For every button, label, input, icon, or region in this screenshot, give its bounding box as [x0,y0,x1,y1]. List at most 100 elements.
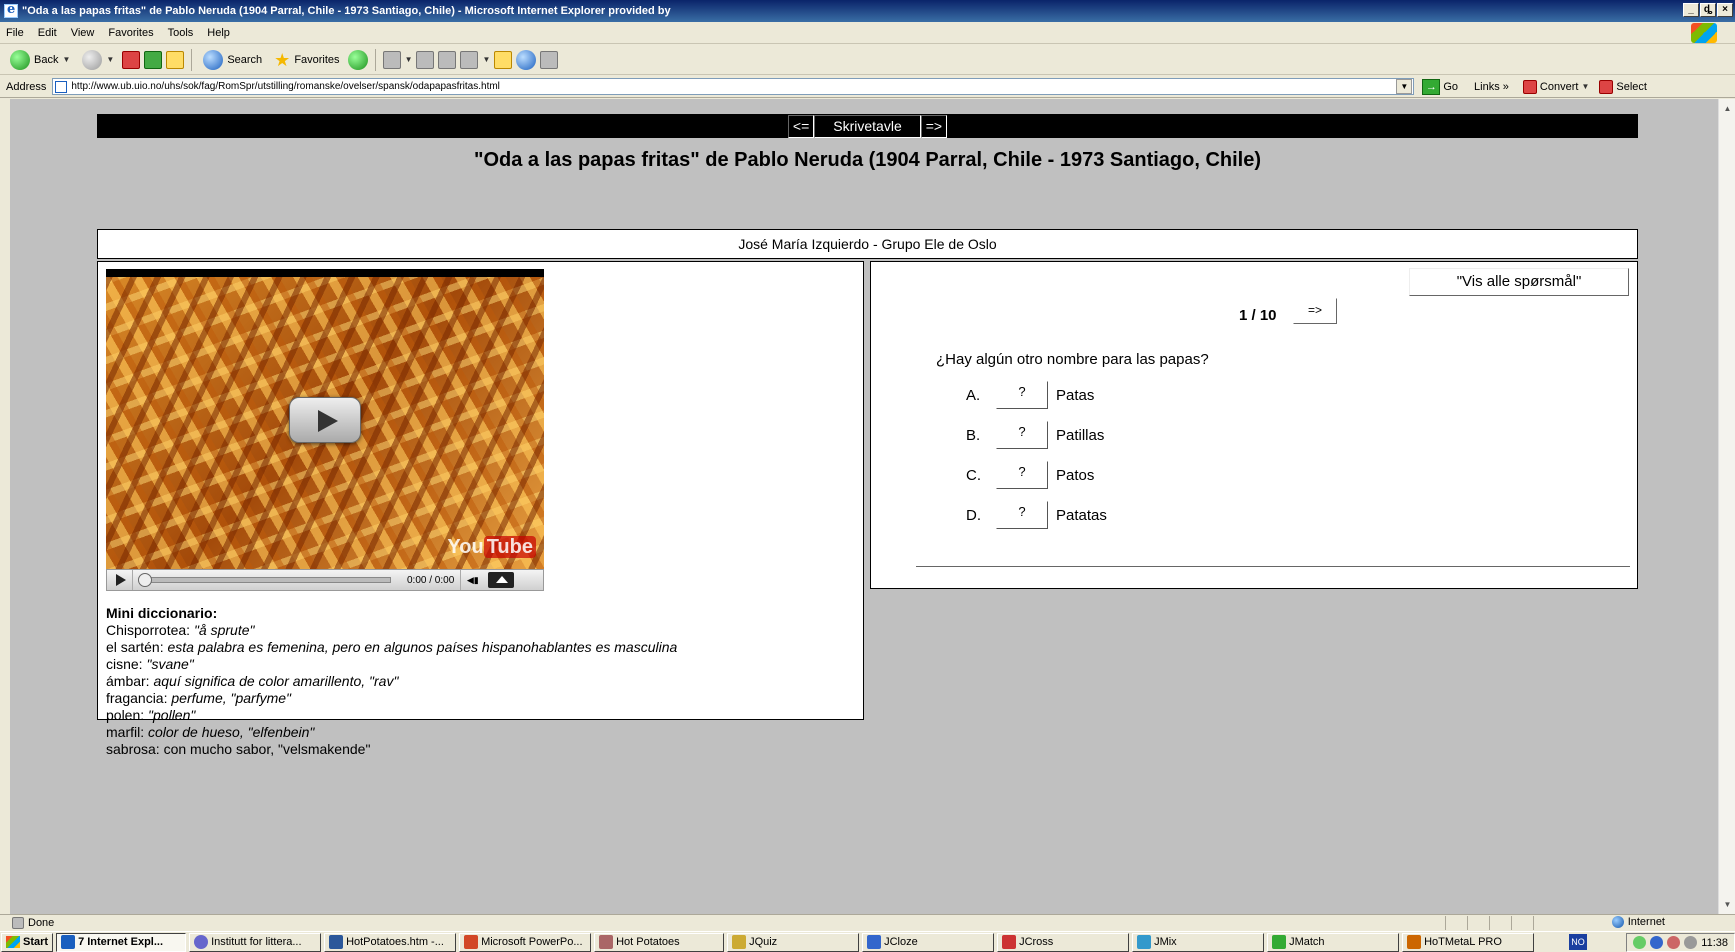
status-bar: Done Internet [0,914,1735,931]
address-url: http://www.ub.uio.no/uhs/sok/fag/RomSpr/… [71,81,500,92]
dictionary-entry: ámbar: aquí significa de color amarillen… [106,673,399,689]
edit-icon[interactable] [438,50,457,69]
answer-button-d[interactable]: ? [996,501,1048,529]
option-letter: B. [966,426,981,444]
back-button[interactable]: Back ▼ [6,48,74,72]
taskbar-item-jmix[interactable]: JMix [1132,932,1265,952]
go-button[interactable]: → Go [1422,78,1458,95]
mail-icon[interactable] [382,50,401,69]
menu-favorites[interactable]: Favorites [108,27,153,39]
system-tray: 11:38 [1626,933,1735,952]
start-button[interactable]: Start [1,932,54,952]
browser-icon [194,935,209,949]
video-player[interactable]: You Tube [106,269,544,569]
answer-option-a: A. ? Patas [966,381,1094,409]
dictionary-entry: marfil: color de hueso, "elfenbein" [106,724,315,740]
scroll-down-icon[interactable]: ▼ [1720,897,1735,912]
folder-icon[interactable] [494,50,513,69]
home-icon[interactable] [166,50,185,69]
taskbar-item-jcross[interactable]: JCross [997,932,1130,952]
go-arrow-icon: → [1422,78,1441,95]
zone-label: Internet [1627,916,1665,928]
taskbar-item-institutt[interactable]: Institutt for littera... [189,932,322,952]
mini-dictionary: Mini diccionario: Chisporrotea: "å sprut… [106,605,677,758]
reading-panel: You Tube 0:00 / 0:00 ◀▮ Mini diccionario:… [97,261,864,757]
scroll-up-icon[interactable]: ▲ [1720,101,1735,116]
search-button[interactable]: Search [199,48,266,72]
vertical-scrollbar[interactable]: ▲ ▼ [1718,99,1735,914]
messenger-icon[interactable] [1650,936,1664,949]
volume-icon[interactable]: ◀▮ [460,570,484,590]
next-exercise-button[interactable]: => [920,114,948,138]
minimize-button[interactable]: _ [1683,3,1699,17]
word-icon[interactable] [460,50,479,69]
volume-icon[interactable] [1684,936,1698,949]
language-indicator[interactable]: NO [1569,934,1587,950]
taskbar-item-jquiz[interactable]: JQuiz [727,932,860,952]
taskbar-item-jcloze[interactable]: JCloze [862,932,995,952]
powerpoint-icon [464,935,479,949]
video-seek-bar[interactable] [138,573,391,587]
dictionary-entry: sabrosa: con mucho sabor, "velsmakende" [106,741,371,757]
hotmetal-icon [1407,935,1422,949]
taskbar-item-jmatch[interactable]: JMatch [1267,932,1400,952]
links-button[interactable]: Links » [1474,81,1509,93]
taskbar-item-label: JCloze [884,936,918,948]
prev-exercise-button[interactable]: <= [787,114,815,138]
address-dropdown-button[interactable]: ▼ [1396,79,1413,94]
dictionary-entry: polen: "pollen" [106,707,196,723]
security-icon[interactable] [1667,936,1681,949]
answer-button-c[interactable]: ? [996,461,1048,489]
stop-icon[interactable] [122,50,141,69]
menu-file[interactable]: File [6,27,24,39]
refresh-icon[interactable] [144,50,163,69]
messenger-icon[interactable] [516,49,537,70]
seek-handle[interactable] [138,573,152,587]
answer-button-a[interactable]: ? [996,381,1048,409]
taskbar-item-hotpotatoes-word[interactable]: HotPotatoes.htm -... [324,932,457,952]
fullscreen-icon[interactable] [488,572,515,588]
window-title-bar[interactable]: "Oda a las papas fritas" de Pablo Neruda… [0,0,1735,22]
network-icon[interactable] [1633,936,1647,949]
browser-toolbar: Back ▼ ▼ Search ★ Favorites ▼ ▼ [0,45,1735,75]
select-button[interactable]: Select [1599,79,1647,94]
forward-button[interactable]: ▼ [78,48,118,72]
research-icon[interactable] [540,50,559,69]
taskbar-item-internet-explorer[interactable]: 7 Internet Expl... [56,932,187,952]
taskbar-item-label: Hot Potatoes [616,936,680,948]
menu-edit[interactable]: Edit [38,27,57,39]
play-icon[interactable] [107,570,133,590]
forward-arrow-icon [82,49,103,70]
word-icon [329,935,344,949]
jcloze-icon [867,935,882,949]
print-icon[interactable] [416,50,435,69]
next-question-button[interactable]: => [1293,298,1337,324]
menu-view[interactable]: View [71,27,95,39]
clock: 11:38 [1701,936,1728,949]
show-all-questions-button[interactable]: "Vis alle spørsmål" [1409,268,1629,296]
menu-help[interactable]: Help [207,27,230,39]
chevron-down-icon: ▼ [62,55,71,64]
taskbar-item-hot-potatoes[interactable]: Hot Potatoes [594,932,725,952]
links-label: Links [1474,80,1500,93]
globe-icon [1611,916,1624,928]
play-overlay-button[interactable] [289,397,361,443]
favorites-button[interactable]: ★ Favorites [270,49,343,71]
menu-tools[interactable]: Tools [168,27,194,39]
video-time: 0:00 / 0:00 [407,574,455,586]
taskbar-item-hotmetal[interactable]: HoTMetaL PRO [1402,932,1535,952]
convert-button[interactable]: Convert ▼ [1522,79,1590,94]
history-icon[interactable] [347,49,368,70]
answer-button-b[interactable]: ? [996,421,1048,449]
address-input[interactable]: http://www.ub.uio.no/uhs/sok/fag/RomSpr/… [52,78,1415,95]
index-button[interactable]: Skrivetavle [814,114,921,138]
taskbar-item-label: JMatch [1289,936,1325,948]
chevron-down-icon: ▼ [1581,82,1590,91]
taskbar-item-powerpoint[interactable]: Microsoft PowerPo... [459,932,592,952]
close-button[interactable]: × [1717,3,1733,17]
toolbar-separator [374,48,376,71]
taskbar-item-label: JQuiz [749,936,778,948]
maximize-button[interactable]: ȡ [1700,3,1716,17]
chevron-down-icon: ▼ [106,55,115,64]
option-letter: C. [966,466,981,484]
